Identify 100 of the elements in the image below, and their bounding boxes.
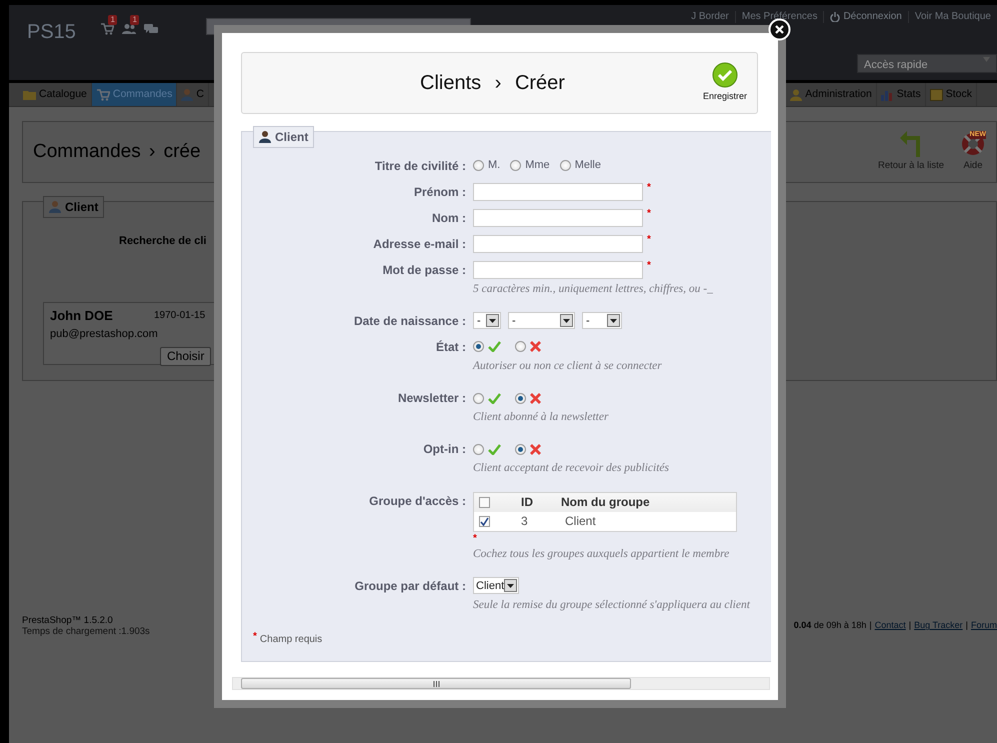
power-icon — [830, 12, 840, 22]
user-icon — [181, 88, 194, 101]
help-text: 5 caractères min., uniquement lettres, chiffres, ou -_ — [473, 282, 713, 296]
field-label: Newsletter : — [396, 390, 466, 407]
quick-access-select[interactable]: Accès rapide — [857, 54, 997, 73]
radio-button[interactable] — [560, 160, 571, 171]
field-label: État : — [435, 338, 466, 356]
caret-icon — [507, 584, 514, 588]
box-icon — [930, 88, 943, 100]
header-link[interactable]: J Border — [685, 11, 735, 23]
radio-label: Melle — [574, 158, 601, 174]
checkmark-icon — [488, 444, 501, 455]
caret-icon — [563, 318, 570, 323]
bar-chart-icon — [880, 88, 894, 100]
required-mark: * — [647, 260, 651, 270]
radio-button[interactable] — [510, 160, 522, 171]
date-select[interactable]: - — [473, 312, 501, 330]
checkmark-icon — [488, 341, 501, 352]
search-label: Recherche de cli — [119, 234, 206, 248]
menu-tab[interactable]: C — [177, 83, 209, 106]
header-link[interactable]: Voir Ma Boutique — [908, 11, 997, 23]
default-group-select[interactable]: Client — [473, 577, 520, 594]
user-icon — [49, 200, 61, 213]
legend-text: Client — [275, 128, 308, 146]
text-input[interactable] — [473, 208, 643, 226]
page-title: Commandes › crée — [33, 140, 201, 164]
caret-icon — [983, 57, 990, 62]
load-time-text: Temps de chargement :1.903s — [22, 626, 150, 637]
cart-icon — [100, 23, 114, 36]
radio-button[interactable] — [515, 341, 526, 352]
text-input[interactable] — [473, 260, 643, 278]
cart-icon — [96, 88, 110, 100]
table-cell-text: 3 — [521, 513, 529, 530]
help-text: Autoriser ou non ce client à se connecter — [473, 358, 662, 374]
menu-tab[interactable]: Commandes — [92, 83, 178, 106]
required-mark: * — [647, 234, 651, 244]
back-arrow-icon — [900, 130, 922, 157]
column-header: Nom du groupe — [561, 494, 650, 511]
caret-icon — [489, 318, 496, 323]
checkmark-icon — [712, 62, 738, 88]
radio-button[interactable] — [473, 392, 484, 404]
checkbox[interactable] — [479, 496, 490, 508]
separator: | — [869, 619, 872, 632]
radio-button[interactable] — [473, 341, 484, 352]
radio-button[interactable] — [473, 160, 484, 171]
footer-link[interactable]: Contact — [874, 619, 906, 633]
required-mark: * — [253, 632, 257, 642]
logout-link[interactable]: Déconnexion — [823, 11, 908, 23]
folder-icon — [23, 89, 36, 100]
field-label: Prénom : — [412, 184, 466, 200]
required-mark: * — [647, 208, 651, 218]
chat-icon — [144, 23, 158, 36]
radio-button[interactable] — [515, 444, 526, 455]
toolbar-button[interactable]: Retour à la liste — [878, 130, 944, 174]
checkmark-icon — [488, 392, 501, 404]
hours-text: 0.04 de 09h à 18h — [794, 619, 866, 632]
cross-icon — [530, 444, 541, 455]
field-label: Mot de passe : — [382, 262, 466, 278]
checkmark-icon — [480, 516, 489, 526]
text-input[interactable] — [473, 234, 643, 252]
modal-title: Clients › Créer — [419, 71, 566, 96]
date-select[interactable]: - — [508, 312, 575, 330]
checkbox[interactable] — [479, 516, 490, 526]
menu-tab[interactable]: Stock — [926, 83, 977, 106]
text-input[interactable] — [473, 182, 643, 200]
separator: | — [966, 619, 968, 632]
radio-button[interactable] — [473, 444, 484, 455]
notification-badge: 1 — [108, 15, 117, 25]
help-text: Cochez tous les groupes auxquels appartient le membre — [473, 546, 730, 562]
help-text: Seule la remise du groupe sélectionné s'appliquera au client — [473, 598, 750, 613]
help-text: Client acceptant de recevoir des publicités — [473, 461, 669, 476]
horizontal-scrollbar[interactable] — [232, 677, 770, 690]
grip-icon — [432, 680, 440, 686]
people-icon — [122, 23, 136, 36]
cross-icon — [530, 341, 541, 352]
field-label: Groupe d'accès : — [368, 492, 466, 510]
separator: | — [908, 619, 912, 632]
customer-name: John DOE — [50, 307, 114, 325]
column-header: ID — [521, 494, 534, 511]
required-note: Champ requis — [260, 633, 322, 647]
cross-icon — [530, 392, 541, 404]
user-icon — [259, 130, 271, 143]
legend-text: Client — [65, 198, 98, 216]
field-label: Titre de civilité : — [374, 158, 466, 174]
footer-link[interactable]: Forum — [970, 619, 997, 633]
notification-badge: 1 — [130, 15, 139, 25]
menu-tab[interactable]: Stats — [876, 83, 926, 106]
table-cell-text: Client — [564, 513, 596, 530]
required-mark: * — [473, 534, 477, 544]
save-button[interactable]: Enregistrer — [702, 62, 747, 104]
person-icon — [790, 88, 802, 100]
footer-link[interactable]: Bug Tracker — [914, 619, 963, 633]
radio-label: M. — [488, 158, 500, 174]
date-select[interactable]: - — [582, 312, 622, 330]
logo[interactable]: PS15 — [27, 20, 76, 44]
field-label: Opt-in : — [422, 441, 466, 458]
field-label: Adresse e-mail : — [372, 236, 466, 252]
radio-button[interactable] — [515, 392, 526, 404]
choose-button[interactable]: Choisir — [160, 347, 212, 366]
menu-tab[interactable]: Catalogue — [19, 83, 92, 106]
